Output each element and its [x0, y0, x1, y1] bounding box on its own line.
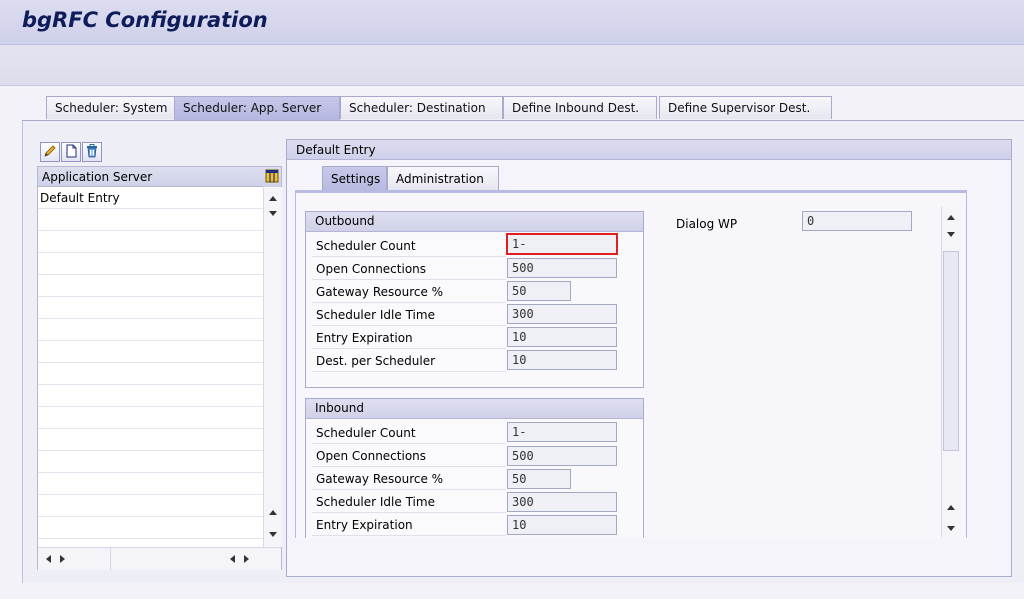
outbound-scheduler-count-input[interactable]: 1-: [506, 233, 618, 255]
edit-button[interactable]: [40, 142, 60, 162]
scroll-page-up-icon[interactable]: [947, 505, 955, 510]
page-title: bgRFC Configuration: [22, 8, 268, 32]
application-toolbar: [0, 45, 1024, 86]
table-row[interactable]: [38, 495, 263, 517]
scroll-left-icon[interactable]: [46, 555, 51, 563]
detail-vertical-scrollbar[interactable]: [941, 207, 961, 537]
field-label-scheduler-idle-time: Scheduler Idle Time: [312, 304, 506, 326]
scroll-page-down-icon[interactable]: [269, 532, 277, 537]
table-vertical-scrollbar[interactable]: [263, 187, 282, 547]
table-row[interactable]: [38, 209, 263, 231]
pencil-icon: [43, 144, 57, 161]
table-row[interactable]: [38, 275, 263, 297]
field-label-scheduler-idle-time: Scheduler Idle Time: [312, 491, 506, 513]
table-horizontal-scrollbar[interactable]: [38, 547, 281, 570]
field-label-scheduler-count: Scheduler Count: [312, 422, 506, 444]
field-label-dest-per-scheduler: Dest. per Scheduler: [312, 350, 506, 372]
outbound-scheduler-idle-time-input[interactable]: 300: [507, 304, 617, 324]
field-label-entry-expiration: Entry Expiration: [312, 514, 506, 536]
column-header-application-server[interactable]: Application Server: [38, 167, 263, 187]
scroll-divider: [110, 548, 111, 570]
inbound-open-connections-input[interactable]: 500: [507, 446, 617, 466]
scroll-right-icon[interactable]: [244, 555, 249, 563]
scroll-up-icon[interactable]: [947, 215, 955, 220]
scroll-down-icon[interactable]: [269, 211, 277, 216]
application-server-table: Application Server Default Entry: [37, 166, 282, 570]
field-label-scheduler-count: Scheduler Count: [312, 235, 506, 257]
scroll-right-icon[interactable]: [60, 555, 65, 563]
tab-scheduler-destination[interactable]: Scheduler: Destination: [340, 96, 503, 119]
inbound-entry-expiration-input[interactable]: 10: [507, 515, 617, 535]
table-row[interactable]: [38, 473, 263, 495]
trash-icon: [85, 143, 99, 161]
scroll-page-down-icon[interactable]: [947, 526, 955, 531]
scroll-left-icon[interactable]: [230, 555, 235, 563]
detail-panel-title: Default Entry: [287, 140, 1011, 160]
dialog-wp-input[interactable]: 0: [802, 211, 912, 231]
inbound-group-title: Inbound: [306, 399, 643, 419]
tab-define-supervisor-dest[interactable]: Define Supervisor Dest.: [659, 96, 832, 119]
tab-administration[interactable]: Administration: [387, 166, 499, 190]
column-settings-button[interactable]: [263, 167, 281, 187]
scroll-down-icon[interactable]: [947, 232, 955, 237]
inbound-scheduler-count-input[interactable]: 1-: [507, 422, 617, 442]
outbound-open-connections-input[interactable]: 500: [507, 258, 617, 278]
table-row[interactable]: [38, 319, 263, 341]
outbound-entry-expiration-input[interactable]: 10: [507, 327, 617, 347]
table-row[interactable]: [38, 429, 263, 451]
scroll-page-up-icon[interactable]: [269, 510, 277, 515]
table-row[interactable]: [38, 407, 263, 429]
scrollbar-thumb[interactable]: [943, 251, 959, 451]
field-label-open-connections: Open Connections: [312, 258, 506, 280]
inbound-scheduler-idle-time-input[interactable]: 300: [507, 492, 617, 512]
table-row[interactable]: [38, 363, 263, 385]
new-entry-button[interactable]: [61, 142, 81, 162]
table-row[interactable]: [38, 297, 263, 319]
scroll-up-icon[interactable]: [269, 196, 277, 201]
inbound-gateway-resource-input[interactable]: 50: [507, 469, 571, 489]
outbound-group-title: Outbound: [306, 212, 643, 232]
delete-button[interactable]: [82, 142, 102, 162]
table-row[interactable]: [38, 451, 263, 473]
field-label-entry-expiration: Entry Expiration: [312, 327, 506, 349]
table-row[interactable]: [38, 341, 263, 363]
dialog-wp-label: Dialog WP: [676, 217, 738, 231]
outbound-gateway-resource-input[interactable]: 50: [507, 281, 571, 301]
field-label-gateway-resource: Gateway Resource %: [312, 281, 506, 303]
table-row[interactable]: [38, 385, 263, 407]
table-row[interactable]: [38, 231, 263, 253]
field-label-open-connections: Open Connections: [312, 445, 506, 467]
table-settings-icon: [265, 169, 279, 186]
table-row[interactable]: Default Entry: [38, 187, 263, 209]
field-label-gateway-resource: Gateway Resource %: [312, 468, 506, 490]
new-document-icon: [64, 144, 78, 161]
tab-define-inbound-dest[interactable]: Define Inbound Dest.: [503, 96, 657, 119]
tab-scheduler-system[interactable]: Scheduler: System: [46, 96, 175, 119]
outbound-dest-per-scheduler-input[interactable]: 10: [507, 350, 617, 370]
tab-settings[interactable]: Settings: [322, 166, 387, 190]
table-row[interactable]: [38, 253, 263, 275]
table-row[interactable]: [38, 517, 263, 539]
title-bar: bgRFC Configuration: [0, 0, 1024, 45]
tab-scheduler-app-server[interactable]: Scheduler: App. Server: [174, 96, 340, 120]
